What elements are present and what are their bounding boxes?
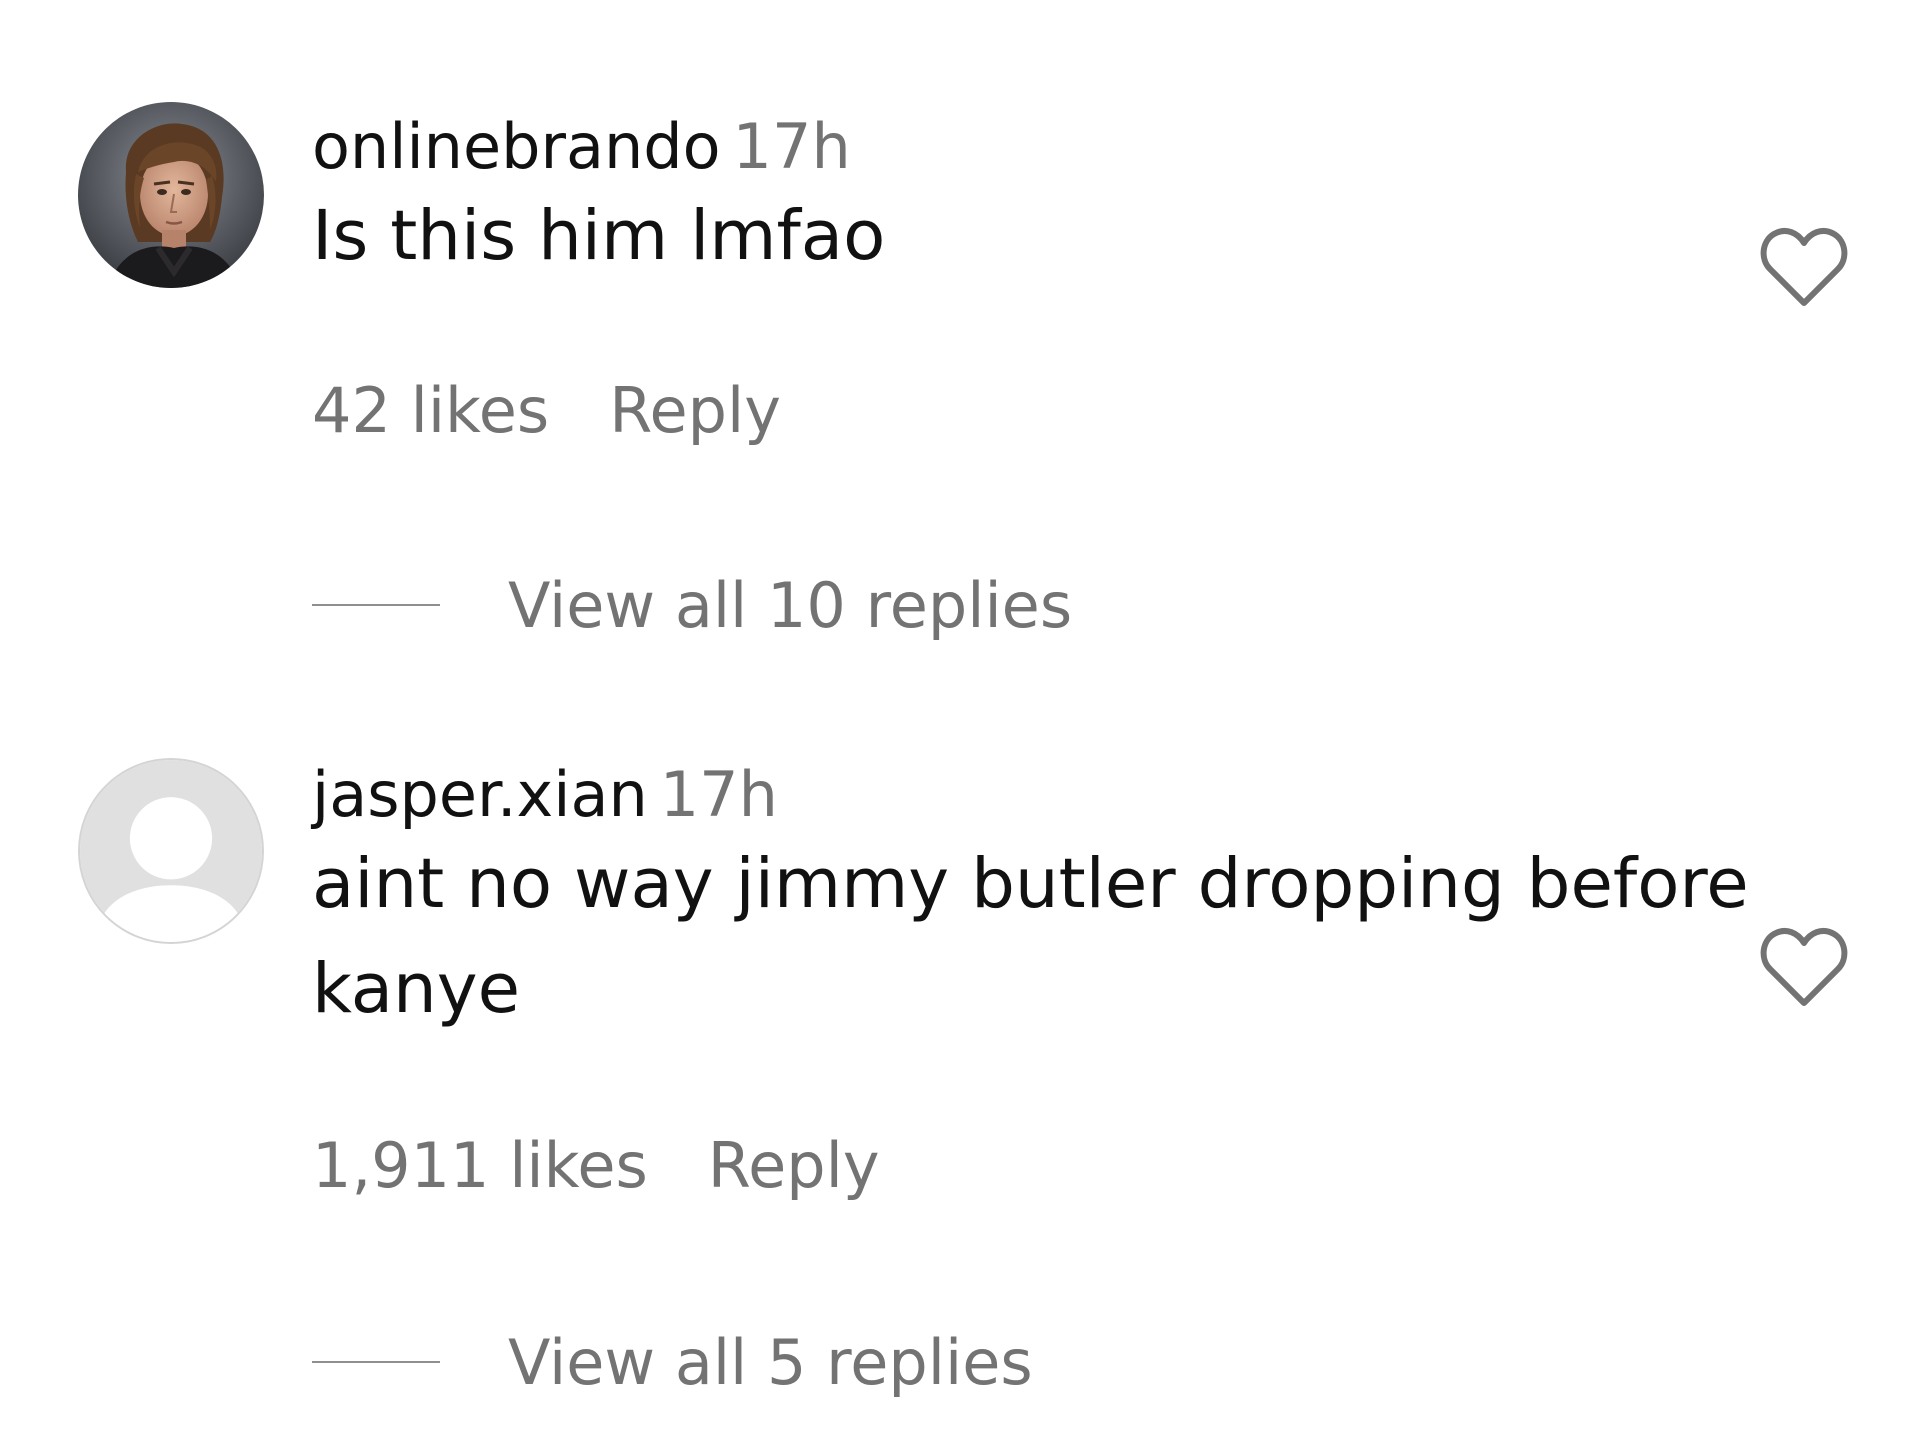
- avatar[interactable]: [78, 102, 264, 288]
- comment-meta: 1,911 likes Reply: [312, 1135, 880, 1197]
- heart-outline-icon: [1760, 228, 1848, 306]
- comment-header: onlinebrando 17h: [312, 110, 1762, 184]
- view-replies-label: View all 10 replies: [508, 568, 1073, 642]
- view-replies-label: View all 5 replies: [508, 1325, 1033, 1399]
- timestamp: 17h: [732, 110, 851, 183]
- comment-header: jasper.xian 17h: [312, 758, 1762, 832]
- username[interactable]: jasper.xian: [312, 758, 648, 831]
- avatar[interactable]: [78, 758, 264, 944]
- replies-divider: [312, 1361, 440, 1363]
- view-replies-button[interactable]: View all 5 replies: [312, 1322, 1033, 1402]
- like-button[interactable]: [1758, 925, 1850, 1009]
- comment-meta: 42 likes Reply: [312, 380, 781, 442]
- heart-outline-icon: [1760, 928, 1848, 1006]
- comment-text: Is this him lmfao: [312, 196, 886, 277]
- reply-button[interactable]: Reply: [609, 380, 781, 442]
- username[interactable]: onlinebrando: [312, 110, 721, 183]
- comment-text: aint no way jimmy butler dropping before…: [312, 844, 1749, 1030]
- likes-count[interactable]: 1,911 likes: [312, 1135, 648, 1197]
- like-button[interactable]: [1758, 225, 1850, 309]
- replies-divider: [312, 604, 440, 606]
- view-replies-button[interactable]: View all 10 replies: [312, 565, 1072, 645]
- likes-count[interactable]: 42 likes: [312, 380, 549, 442]
- timestamp: 17h: [659, 758, 778, 831]
- default-avatar-icon: [80, 760, 262, 942]
- profile-photo: [78, 102, 264, 288]
- reply-button[interactable]: Reply: [708, 1135, 880, 1197]
